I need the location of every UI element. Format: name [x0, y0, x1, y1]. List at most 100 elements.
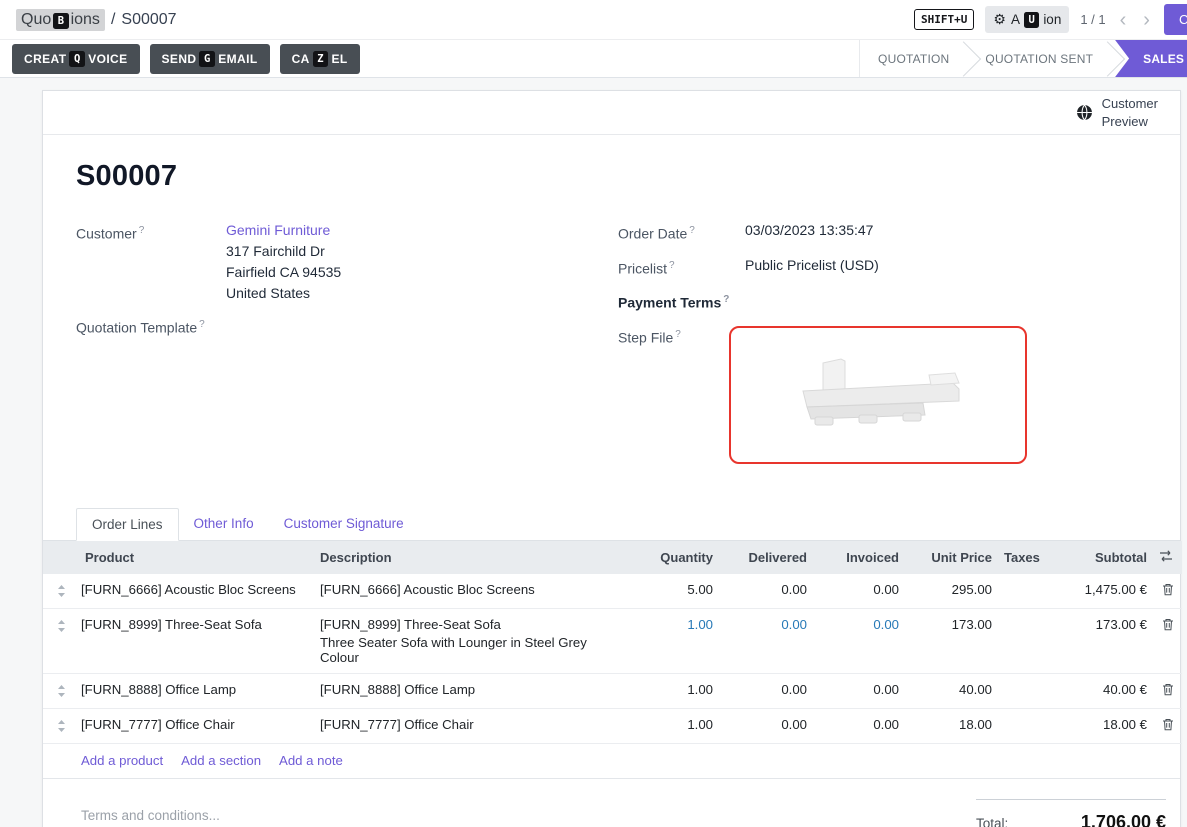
tab-order-lines[interactable]: Order Lines: [76, 508, 179, 541]
field-step-file: Step File?: [618, 324, 1160, 464]
cell-unit-price[interactable]: 295.00: [905, 574, 998, 609]
field-column-right: Order Date? 03/03/2023 13:35:47 Pricelis…: [618, 220, 1160, 474]
customer-address-line1: 317 Fairchild Dr: [226, 241, 341, 262]
status-sales-order[interactable]: SALES ORDER: [1115, 40, 1187, 77]
cell-taxes[interactable]: [998, 673, 1041, 708]
table-footer-links: Add a product Add a section Add a note: [43, 744, 1180, 779]
cell-description[interactable]: [FURN_6666] Acoustic Bloc Screens: [314, 574, 631, 609]
cell-quantity[interactable]: 1.00: [631, 673, 719, 708]
cell-delivered[interactable]: 0.00: [719, 673, 813, 708]
order-line-row[interactable]: [FURN_6666] Acoustic Bloc Screens [FURN_…: [43, 574, 1182, 609]
cell-unit-price[interactable]: 173.00: [905, 608, 998, 673]
tab-customer-signature[interactable]: Customer Signature: [269, 508, 419, 540]
header-invoiced: Invoiced: [813, 541, 905, 574]
cell-subtotal: 18.00 €: [1041, 708, 1153, 743]
breadcrumb-separator: /: [111, 11, 115, 29]
breadcrumb-current: S00007: [121, 11, 176, 29]
action-menu-button[interactable]: ⚙AUion: [985, 6, 1069, 33]
cell-quantity[interactable]: 1.00: [631, 608, 719, 673]
optional-columns-button[interactable]: [1153, 541, 1182, 574]
cell-quantity[interactable]: 5.00: [631, 574, 719, 609]
cell-description[interactable]: [FURN_8888] Office Lamp: [314, 673, 631, 708]
add-a-section-link[interactable]: Add a section: [181, 753, 261, 768]
help-icon: ?: [723, 294, 729, 305]
delete-line-button[interactable]: [1153, 708, 1182, 743]
send-email-button[interactable]: SENDGEMAIL: [150, 44, 270, 74]
help-icon: ?: [689, 225, 695, 236]
shortcut-badge-z: Z: [313, 51, 329, 67]
trash-icon: [1162, 583, 1174, 596]
cell-invoiced[interactable]: 0.00: [813, 574, 905, 609]
pager-previous-button[interactable]: ‹: [1117, 10, 1130, 30]
terms-placeholder[interactable]: Terms and conditions...: [81, 799, 220, 823]
cell-unit-price[interactable]: 18.00: [905, 708, 998, 743]
order-line-row[interactable]: [FURN_8888] Office Lamp [FURN_8888] Offi…: [43, 673, 1182, 708]
order-line-row[interactable]: [FURN_8999] Three-Seat Sofa [FURN_8999] …: [43, 608, 1182, 673]
customer-preview-text: CustomerPreview: [1102, 95, 1158, 130]
breadcrumb-quotations[interactable]: QuoBions: [16, 9, 105, 31]
customer-name-link[interactable]: Gemini Furniture: [226, 220, 341, 241]
add-a-note-link[interactable]: Add a note: [279, 753, 343, 768]
cell-delivered[interactable]: 0.00: [719, 708, 813, 743]
drag-handle[interactable]: [43, 708, 79, 743]
drag-handle[interactable]: [43, 574, 79, 609]
create-invoice-button[interactable]: CREATQVOICE: [12, 44, 140, 74]
cell-description[interactable]: [FURN_8999] Three-Seat SofaThree Seater …: [314, 608, 631, 673]
send-email-label-pre: SEND: [162, 52, 197, 66]
cell-taxes[interactable]: [998, 574, 1041, 609]
cell-product[interactable]: [FURN_7777] Office Chair: [79, 708, 314, 743]
page-title: S00007: [76, 160, 1160, 193]
cell-taxes[interactable]: [998, 708, 1041, 743]
status-quotation-sent[interactable]: QUOTATION SENT: [967, 40, 1111, 77]
cell-unit-price[interactable]: 40.00: [905, 673, 998, 708]
cell-delivered[interactable]: 0.00: [719, 608, 813, 673]
customer-preview-link[interactable]: CustomerPreview: [1076, 95, 1158, 130]
status-quotation[interactable]: QUOTATION: [860, 40, 967, 77]
cell-description[interactable]: [FURN_7777] Office Chair: [314, 708, 631, 743]
action-bar: CREATQVOICE SENDGEMAIL CAZEL QUOTATION Q…: [0, 40, 1187, 78]
drag-handle[interactable]: [43, 673, 79, 708]
customer-address-line3: United States: [226, 283, 341, 304]
customer-label: Customer?: [76, 220, 226, 304]
delete-line-button[interactable]: [1153, 574, 1182, 609]
pager-next-button[interactable]: ›: [1140, 10, 1153, 30]
field-quotation-template: Quotation Template?: [76, 314, 618, 339]
field-payment-terms: Payment Terms?: [618, 289, 1160, 314]
chevron-left-icon: ‹: [1120, 9, 1127, 31]
order-line-row[interactable]: [FURN_7777] Office Chair [FURN_7777] Off…: [43, 708, 1182, 743]
cell-delivered[interactable]: 0.00: [719, 574, 813, 609]
cell-quantity[interactable]: 1.00: [631, 708, 719, 743]
delete-line-button[interactable]: [1153, 673, 1182, 708]
step-file-preview[interactable]: [729, 326, 1027, 464]
pricelist-value[interactable]: Public Pricelist (USD): [745, 255, 879, 280]
cell-product[interactable]: [FURN_8888] Office Lamp: [79, 673, 314, 708]
cell-invoiced[interactable]: 0.00: [813, 708, 905, 743]
step-file-3d-render-icon: [763, 345, 993, 445]
payment-terms-label: Payment Terms?: [618, 289, 745, 314]
cell-invoiced[interactable]: 0.00: [813, 673, 905, 708]
delete-line-button[interactable]: [1153, 608, 1182, 673]
cell-subtotal: 40.00 €: [1041, 673, 1153, 708]
sheet-body: S00007 Customer? Gemini Furniture 317 Fa…: [43, 160, 1180, 474]
create-button[interactable]: Create: [1164, 4, 1187, 35]
cancel-button[interactable]: CAZEL: [280, 44, 360, 74]
header-handle: [43, 541, 79, 574]
cell-taxes[interactable]: [998, 608, 1041, 673]
add-a-product-link[interactable]: Add a product: [81, 753, 163, 768]
top-bar: QuoBions / S00007 SHIFT+U ⚙AUion 1 / 1 ‹…: [0, 0, 1187, 40]
drag-handle-icon: [57, 620, 66, 632]
drag-handle-icon: [57, 685, 66, 697]
action-label-pre: A: [1011, 12, 1020, 27]
statusbar: QUOTATION QUOTATION SENT SALES ORDER: [859, 40, 1187, 77]
drag-handle[interactable]: [43, 608, 79, 673]
cell-product[interactable]: [FURN_8999] Three-Seat Sofa: [79, 608, 314, 673]
description-text: [FURN_7777] Office Chair: [320, 717, 625, 732]
cell-invoiced[interactable]: 0.00: [813, 608, 905, 673]
tab-other-info[interactable]: Other Info: [179, 508, 269, 540]
order-date-label: Order Date?: [618, 220, 745, 245]
order-lines-table: Product Description Quantity Delivered I…: [43, 541, 1182, 744]
cell-product[interactable]: [FURN_6666] Acoustic Bloc Screens: [79, 574, 314, 609]
step-file-label: Step File?: [618, 324, 745, 464]
order-date-value[interactable]: 03/03/2023 13:35:47: [745, 220, 873, 245]
field-pricelist: Pricelist? Public Pricelist (USD): [618, 255, 1160, 280]
